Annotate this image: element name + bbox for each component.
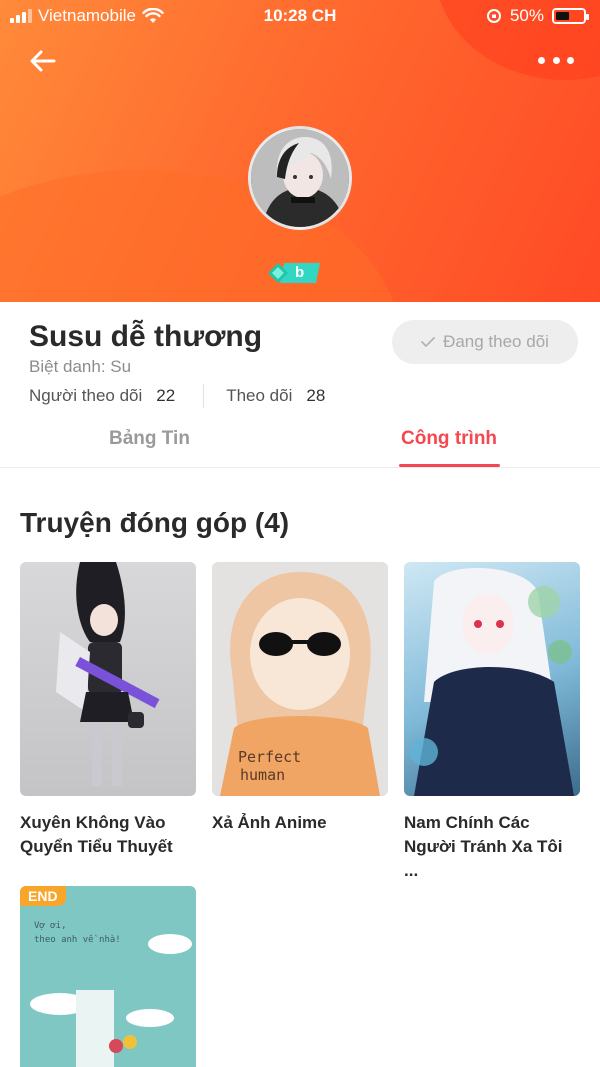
check-icon — [421, 337, 435, 347]
story-title-line: Xuyên Không Vào — [20, 813, 166, 832]
battery-icon — [552, 8, 589, 24]
tab-works[interactable]: Công trình — [401, 428, 497, 450]
battery-percent: 50% — [509, 6, 544, 25]
end-tag: END — [20, 886, 66, 906]
following-label: Theo dõi — [226, 386, 293, 405]
more-options-button[interactable] — [538, 48, 574, 72]
badge-letter: b — [295, 264, 305, 281]
story-cover: Vợ ơi, theo anh về nhà! END — [20, 886, 196, 1067]
active-tab-indicator — [399, 464, 500, 467]
status-bar: Vietnamobile 10:28 CH 50% — [0, 0, 600, 32]
back-button[interactable] — [26, 44, 60, 78]
more-dots-icon — [538, 56, 545, 64]
story-title: Nam Chính Các Người Tránh Xa Tôi ... — [404, 811, 580, 883]
story-title-line: Người Tránh Xa Tôi ... — [404, 837, 563, 880]
profile-stats: Người theo dõi 22 Theo dõi 28 — [29, 384, 325, 408]
story-title-line: Xả Ảnh Anime — [212, 813, 327, 832]
story-title: Xả Ảnh Anime — [212, 811, 388, 835]
story-card[interactable]: Vợ ơi, theo anh về nhà! END — [20, 886, 196, 1067]
story-cover: Perfect human — [212, 562, 388, 796]
story-cover — [20, 562, 196, 796]
followers-label: Người theo dõi — [29, 386, 143, 405]
following-link[interactable]: Theo dõi 28 — [226, 386, 325, 406]
cover-text: theo anh về nhà! — [34, 934, 121, 945]
story-card[interactable]: Perfect human Xả Ảnh Anime — [212, 562, 388, 835]
svg-text:Perfect: Perfect — [238, 748, 301, 766]
stats-divider — [203, 384, 205, 408]
level-badge: b — [266, 261, 322, 285]
profile-nickname: Biệt danh: Su — [29, 357, 132, 376]
followers-link[interactable]: Người theo dõi 22 — [29, 386, 175, 406]
following-button[interactable]: Đang theo dõi — [392, 320, 578, 364]
story-cover — [404, 562, 580, 796]
tab-feed[interactable]: Bảng Tin — [109, 428, 190, 450]
followers-count: 22 — [156, 386, 176, 405]
story-title-line: Nam Chính Các — [404, 813, 530, 832]
section-title: Truyện đóng góp (4) — [20, 507, 290, 538]
story-card[interactable]: Nam Chính Các Người Tránh Xa Tôi ... — [404, 562, 580, 883]
cover-text: Vợ ơi, — [34, 921, 67, 931]
diamond-badge-icon — [268, 263, 320, 283]
profile-tabs: Bảng Tin Công trình — [0, 418, 600, 468]
svg-text:human: human — [240, 766, 285, 784]
following-button-label: Đang theo dõi — [443, 332, 549, 351]
story-title: Xuyên Không Vào Quyển Tiểu Thuyết — [20, 811, 196, 859]
story-title-line: Quyển Tiểu Thuyết — [20, 837, 173, 856]
profile-name: Susu dễ thương — [29, 320, 263, 353]
avatar[interactable] — [248, 126, 352, 230]
following-count: 28 — [306, 386, 326, 405]
orientation-lock-icon — [486, 9, 501, 23]
story-card[interactable]: Xuyên Không Vào Quyển Tiểu Thuyết — [20, 562, 196, 859]
back-arrow-icon — [30, 50, 56, 72]
